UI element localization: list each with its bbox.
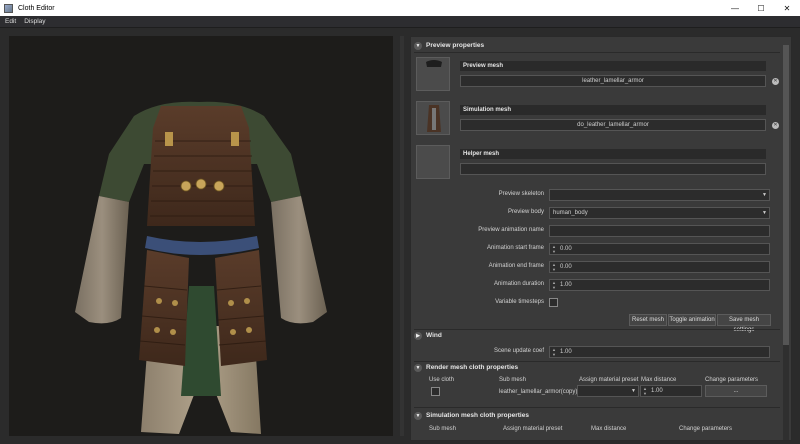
animation-start-frame-label: Animation start frame	[486, 245, 544, 251]
spinner-icon[interactable]: ▲ ▼	[552, 262, 556, 272]
helper-mesh-thumbnail	[416, 145, 450, 179]
preview-body-label: Preview body	[507, 209, 544, 215]
sim-col-max-distance: Max distance	[591, 426, 627, 432]
wind-header[interactable]: ▶ Wind	[414, 330, 442, 341]
title-bar: Cloth Editor — ☐ ✕	[0, 0, 800, 16]
spinner-icon[interactable]: ▲ ▼	[643, 386, 647, 396]
window-title: Cloth Editor	[18, 4, 55, 12]
scrollbar-thumb[interactable]	[783, 45, 789, 345]
preview-animation-name-row: Preview animation name	[411, 225, 781, 237]
collapse-arrow-icon[interactable]: ▶	[414, 331, 422, 340]
preview-body-dropdown[interactable]: human_body ▼	[549, 207, 770, 219]
panel-scrollbar[interactable]	[783, 45, 789, 440]
menu-bar: Edit Display	[0, 16, 800, 28]
animation-duration-spinbox[interactable]: ▲ ▼ 1.00	[549, 279, 770, 291]
preview-mesh-block: Preview mesh leather_lamellar_armor ✕	[416, 57, 779, 93]
splitter-handle[interactable]	[400, 36, 404, 436]
simulation-mesh-block: Simulation mesh do_leather_lamellar_armo…	[416, 101, 779, 137]
spinner-icon[interactable]: ▲ ▼	[552, 244, 556, 254]
minimize-button[interactable]: —	[722, 0, 748, 16]
simulation-mesh-label: Simulation mesh	[460, 105, 766, 115]
menu-edit[interactable]: Edit	[5, 18, 16, 25]
properties-panel: ▼ Preview properties Preview mesh leathe…	[410, 36, 792, 441]
change-parameters-button[interactable]: ...	[705, 385, 767, 397]
3d-viewport[interactable]	[9, 36, 393, 436]
preview-skeleton-label: Preview skeleton	[498, 191, 544, 197]
menu-display[interactable]: Display	[24, 18, 45, 25]
material-preset-dropdown[interactable]: ▼	[577, 385, 639, 397]
col-change-parameters: Change parameters	[705, 377, 759, 383]
save-mesh-settings-button[interactable]: Save mesh settings	[717, 314, 771, 333]
preview-animation-name-input[interactable]	[549, 225, 770, 237]
animation-duration-label: Animation duration	[493, 281, 544, 287]
use-cloth-checkbox[interactable]	[431, 387, 440, 396]
col-use-cloth: Use cloth	[429, 377, 455, 383]
variable-timesteps-checkbox[interactable]	[549, 298, 558, 307]
preview-mesh-label: Preview mesh	[460, 61, 766, 71]
sim-cloth-header[interactable]: ▼ Simulation mesh cloth properties	[414, 410, 529, 421]
preview-mesh-thumbnail	[416, 57, 450, 91]
animation-end-frame-label: Animation end frame	[488, 263, 544, 269]
sim-col-change-parameters: Change parameters	[679, 426, 733, 432]
scene-update-coef-spinbox[interactable]: ▲ ▼ 1.00	[549, 346, 770, 358]
simulation-mesh-thumbnail	[416, 101, 450, 135]
maximize-button[interactable]: ☐	[748, 0, 774, 16]
spinner-icon[interactable]: ▲ ▼	[552, 280, 556, 290]
collapse-arrow-icon[interactable]: ▼	[414, 363, 422, 372]
variable-timesteps-label: Variable timesteps	[495, 299, 544, 305]
col-assign-material-preset: Assign material preset	[579, 377, 639, 383]
animation-start-frame-row: Animation start frame ▲ ▼ 0.00	[411, 243, 781, 255]
armor-model-render	[75, 101, 327, 434]
preview-skeleton-row: Preview skeleton ▼	[411, 189, 781, 201]
chevron-down-icon: ▼	[762, 210, 767, 216]
preview-mesh-field[interactable]: leather_lamellar_armor	[460, 75, 766, 87]
clear-icon[interactable]: ✕	[772, 122, 779, 129]
render-cloth-header[interactable]: ▼ Render mesh cloth properties	[414, 362, 518, 373]
animation-start-frame-spinbox[interactable]: ▲ ▼ 0.00	[549, 243, 770, 255]
clear-icon[interactable]: ✕	[772, 78, 779, 85]
col-sub-mesh: Sub mesh	[499, 377, 527, 383]
toggle-animation-button[interactable]: Toggle animation	[668, 314, 716, 326]
collapse-arrow-icon[interactable]: ▼	[414, 41, 422, 50]
close-button[interactable]: ✕	[774, 0, 800, 16]
max-distance-spinbox[interactable]: ▲ ▼ 1.00	[640, 385, 702, 397]
chevron-down-icon: ▼	[762, 192, 767, 198]
sub-mesh-name: leather_lamellar_armor(copy)	[499, 389, 578, 395]
app-icon	[4, 3, 13, 13]
divider	[414, 52, 780, 53]
helper-mesh-label: Helper mesh	[460, 149, 766, 159]
chevron-down-icon: ▼	[631, 388, 636, 394]
spinner-icon[interactable]: ▲ ▼	[552, 347, 556, 357]
animation-end-frame-spinbox[interactable]: ▲ ▼ 0.00	[549, 261, 770, 273]
simulation-mesh-field[interactable]: do_leather_lamellar_armor	[460, 119, 766, 131]
sim-col-assign-material-preset: Assign material preset	[503, 426, 563, 432]
reset-mesh-button[interactable]: Reset mesh	[629, 314, 667, 326]
divider	[414, 329, 780, 330]
preview-body-row: Preview body human_body ▼	[411, 207, 781, 219]
animation-duration-row: Animation duration ▲ ▼ 1.00	[411, 279, 781, 291]
col-max-distance: Max distance	[641, 377, 677, 383]
helper-mesh-field[interactable]	[460, 163, 766, 175]
preview-animation-name-label: Preview animation name	[478, 227, 544, 233]
variable-timesteps-row: Variable timesteps	[411, 297, 781, 309]
divider	[414, 407, 780, 408]
scene-update-coef-label: Scene update coef	[493, 348, 544, 354]
animation-end-frame-row: Animation end frame ▲ ▼ 0.00	[411, 261, 781, 273]
preview-properties-header[interactable]: ▼ Preview properties	[414, 40, 484, 51]
scene-update-coef-row: Scene update coef ▲ ▼ 1.00	[411, 346, 781, 358]
sim-col-sub-mesh: Sub mesh	[429, 426, 457, 432]
preview-skeleton-dropdown[interactable]: ▼	[549, 189, 770, 201]
collapse-arrow-icon[interactable]: ▼	[414, 411, 422, 420]
helper-mesh-block: Helper mesh	[416, 145, 772, 181]
